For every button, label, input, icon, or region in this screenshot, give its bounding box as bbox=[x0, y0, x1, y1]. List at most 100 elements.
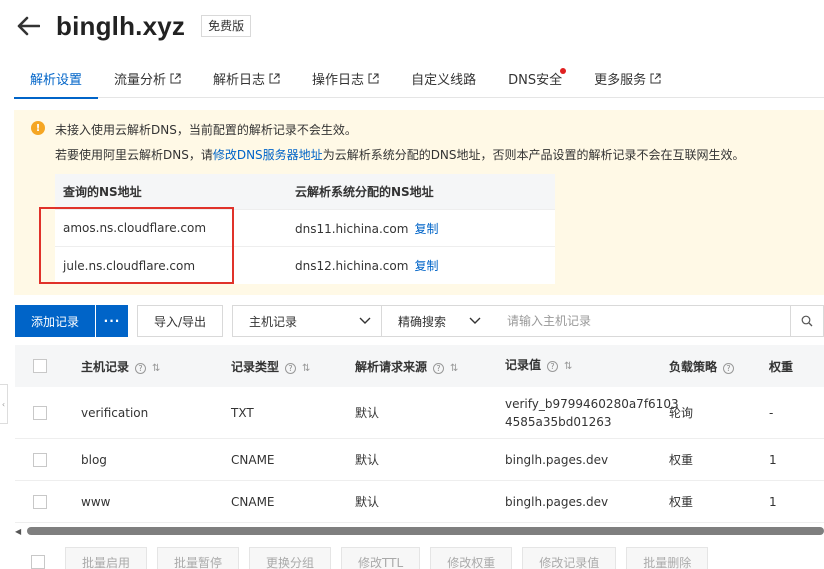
ns-queried: amos.ns.cloudflare.com bbox=[63, 221, 207, 235]
value-line: verify_b9799460280a7f6103 bbox=[505, 396, 679, 411]
sort-icon[interactable]: ⇅ bbox=[302, 363, 310, 374]
table-header: 主机记录? ⇅ 记录类型? ⇅ 解析请求来源? ⇅ 记录值? ⇅ 负载策略? 权重 bbox=[15, 345, 824, 387]
tab-label: 操作日志 bbox=[312, 72, 365, 88]
modify-ttl-button[interactable]: 修改TTL bbox=[341, 547, 421, 569]
select-value: 精确搜索 bbox=[398, 314, 447, 329]
value-line: 4585a35bd01263 bbox=[505, 414, 612, 429]
header-label: 负载策略 bbox=[669, 359, 718, 374]
copy-link[interactable]: 复制 bbox=[414, 259, 438, 273]
header-source: 解析请求来源? ⇅ bbox=[339, 358, 489, 375]
batch-action-bar: 批量启用 批量暂停 更换分组 修改TTL 修改权重 修改记录值 批量删除 bbox=[31, 547, 709, 569]
tab-traffic-analysis[interactable]: 流量分析 bbox=[98, 58, 197, 98]
ns-row: amos.ns.cloudflare.com dns11.hichina.com… bbox=[55, 210, 555, 247]
tab-more-services[interactable]: 更多服务 bbox=[578, 58, 677, 98]
ns-row: jule.ns.cloudflare.com dns12.hichina.com… bbox=[55, 247, 555, 284]
row-select-cell bbox=[15, 452, 65, 467]
arrow-left-icon[interactable] bbox=[14, 12, 42, 40]
scroll-left-icon[interactable]: ◀ bbox=[15, 527, 25, 536]
search-field-select[interactable]: 主机记录 bbox=[232, 305, 382, 337]
ns-table: 查询的NS地址 云解析系统分配的NS地址 amos.ns.cloudflare.… bbox=[55, 174, 555, 284]
change-group-button[interactable]: 更换分组 bbox=[249, 547, 332, 569]
instruction-suffix: 为云解析系统分配的DNS地址，否则本产品设置的解析记录不会在互联网生效。 bbox=[322, 148, 745, 162]
collapse-handle[interactable]: ‹ bbox=[0, 384, 8, 424]
header-icons: ? ⇅ bbox=[285, 362, 310, 374]
import-export-button[interactable]: 导入/导出 bbox=[137, 305, 224, 337]
cell-value: binglh.pages.dev bbox=[489, 493, 669, 511]
cell-source: 默认 bbox=[355, 495, 380, 509]
batch-select-checkbox[interactable] bbox=[31, 555, 45, 569]
header-lb: 负载策略? bbox=[669, 358, 769, 375]
ns-assigned: dns12.hichina.com bbox=[295, 259, 409, 273]
warning-text: 未接入使用云解析DNS，当前配置的解析记录不会生效。 bbox=[55, 123, 357, 137]
warning-instruction: 若要使用阿里云解析DNS，请修改DNS服务器地址为云解析系统分配的DNS地址，否… bbox=[55, 146, 745, 163]
sort-icon[interactable]: ⇅ bbox=[152, 363, 160, 374]
tab-label: 更多服务 bbox=[594, 72, 647, 88]
tab-label: 自定义线路 bbox=[411, 72, 477, 88]
row-checkbox[interactable] bbox=[33, 405, 47, 420]
external-link-icon bbox=[368, 73, 379, 84]
tab-dns-security[interactable]: DNS安全 bbox=[492, 58, 578, 98]
help-icon[interactable]: ? bbox=[723, 362, 735, 374]
ns-assigned: dns11.hichina.com bbox=[295, 221, 409, 236]
cell-type: CNAME bbox=[231, 494, 275, 509]
select-all-checkbox[interactable] bbox=[33, 359, 47, 373]
header-label: 记录值 bbox=[505, 358, 542, 373]
cell-source: 默认 bbox=[355, 453, 380, 467]
select-all-cell bbox=[15, 359, 65, 373]
value-line: binglh.pages.dev bbox=[505, 452, 609, 467]
header-type: 记录类型? ⇅ bbox=[215, 358, 339, 375]
record-toolbar: 添加记录 ··· 导入/导出 bbox=[15, 305, 224, 337]
row-checkbox[interactable] bbox=[33, 494, 47, 509]
sort-icon[interactable]: ⇅ bbox=[564, 358, 572, 376]
tab-label: DNS安全 bbox=[508, 72, 563, 88]
batch-delete-button[interactable]: 批量删除 bbox=[626, 547, 709, 569]
batch-enable-button[interactable]: 批量启用 bbox=[65, 547, 148, 569]
cell-source: 默认 bbox=[355, 406, 380, 420]
cell-value: binglh.pages.dev bbox=[489, 451, 669, 469]
row-checkbox[interactable] bbox=[33, 452, 47, 467]
cell-lb: 权重 bbox=[669, 453, 694, 467]
tab-operation-log[interactable]: 操作日志 bbox=[296, 58, 395, 98]
cell-host: blog bbox=[81, 452, 107, 467]
external-link-icon bbox=[650, 73, 661, 84]
tab-bar: 解析设置 流量分析 解析日志 操作日志 自定义线路 DNS安全 更多服务 bbox=[14, 58, 824, 99]
table-row: www CNAME 默认 binglh.pages.dev 权重 1 bbox=[15, 481, 824, 523]
sort-icon[interactable]: ⇅ bbox=[450, 363, 458, 374]
modify-dns-link[interactable]: 修改DNS服务器地址 bbox=[213, 148, 323, 162]
notification-dot bbox=[560, 68, 567, 74]
tab-label: 流量分析 bbox=[114, 72, 167, 88]
help-icon[interactable]: ? bbox=[433, 362, 445, 374]
header-weight: 权重 bbox=[769, 359, 794, 374]
ns-header-queried: 查询的NS地址 bbox=[63, 185, 142, 199]
batch-pause-button[interactable]: 批量暂停 bbox=[157, 547, 240, 569]
horizontal-scrollbar[interactable]: ◀ bbox=[15, 525, 824, 537]
add-record-button[interactable]: 添加记录 bbox=[15, 305, 96, 337]
header-label: 主机记录 bbox=[81, 359, 130, 374]
help-icon[interactable]: ? bbox=[547, 361, 559, 373]
search-input[interactable] bbox=[491, 305, 791, 337]
tab-resolution-log[interactable]: 解析日志 bbox=[197, 58, 296, 98]
search-icon[interactable] bbox=[790, 305, 824, 337]
copy-link[interactable]: 复制 bbox=[414, 222, 438, 236]
search-mode-select[interactable]: 精确搜索 bbox=[381, 305, 492, 337]
help-icon[interactable]: ? bbox=[285, 362, 297, 374]
tab-label: 解析日志 bbox=[213, 72, 266, 88]
tab-dns-settings[interactable]: 解析设置 bbox=[14, 58, 99, 99]
header-value: 记录值? ⇅ bbox=[489, 356, 669, 376]
help-icon[interactable]: ? bbox=[135, 362, 147, 374]
modify-value-button[interactable]: 修改记录值 bbox=[522, 547, 617, 569]
scrollbar-thumb[interactable] bbox=[27, 527, 824, 535]
header-icons: ? ⇅ bbox=[547, 358, 572, 376]
tab-label: 解析设置 bbox=[30, 72, 83, 88]
header-host: 主机记录? ⇅ bbox=[65, 358, 215, 375]
ns-header-assigned: 云解析系统分配的NS地址 bbox=[295, 185, 434, 199]
ns-queried: jule.ns.cloudflare.com bbox=[63, 258, 196, 273]
select-value: 主机记录 bbox=[249, 314, 298, 329]
modify-weight-button[interactable]: 修改权重 bbox=[430, 547, 513, 569]
more-actions-button[interactable]: ··· bbox=[96, 305, 129, 337]
cell-host: www bbox=[81, 494, 111, 509]
warning-panel: ! 未接入使用云解析DNS，当前配置的解析记录不会生效。 若要使用阿里云解析DN… bbox=[14, 110, 824, 295]
row-select-cell bbox=[15, 494, 65, 509]
ns-table-header: 查询的NS地址 云解析系统分配的NS地址 bbox=[55, 174, 555, 210]
tab-custom-lines[interactable]: 自定义线路 bbox=[395, 58, 492, 98]
